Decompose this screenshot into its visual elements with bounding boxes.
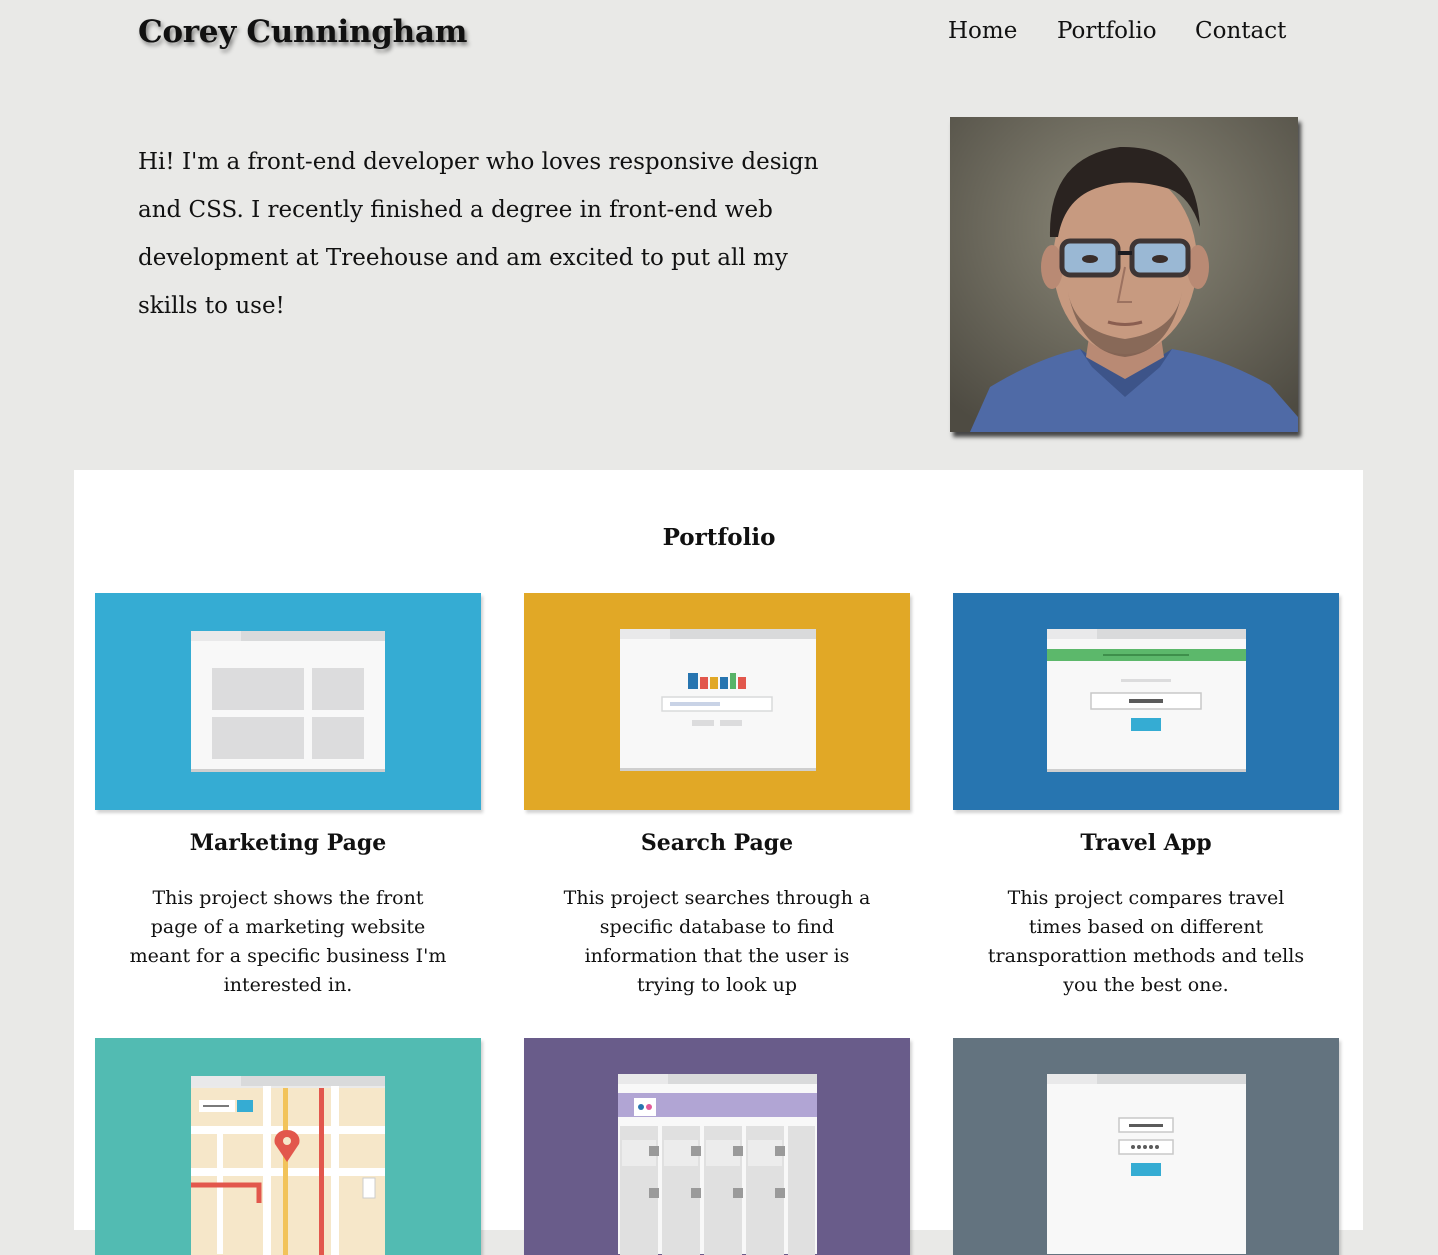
login-project-thumbnail[interactable] [953,1038,1339,1255]
marketing-page-thumbnail[interactable] [95,593,481,810]
profile-photo [950,117,1298,432]
map-project-thumbnail[interactable] [95,1038,481,1255]
travel-app-thumbnail[interactable] [953,593,1339,810]
project-description-marketing: This project shows the front page of a m… [129,887,447,996]
search-page-thumbnail[interactable] [524,593,910,810]
gallery-project-thumbnail[interactable] [524,1038,910,1255]
project-title-travel[interactable]: Travel App [953,830,1339,856]
nav-link-portfolio[interactable]: Portfolio [1057,18,1157,44]
nav-link-home[interactable]: Home [948,18,1017,44]
bio-text: Hi! I'm a front-end developer who loves … [138,149,819,319]
nav-link-contact[interactable]: Contact [1195,18,1286,44]
project-title-search[interactable]: Search Page [524,830,910,856]
project-description-search: This project searches through a specific… [563,887,871,996]
project-description-travel: This project compares travel times based… [987,887,1305,996]
portfolio-heading: Portfolio [662,524,776,551]
main-nav: Home Portfolio Contact [0,18,1438,48]
project-title-marketing[interactable]: Marketing Page [95,830,481,856]
